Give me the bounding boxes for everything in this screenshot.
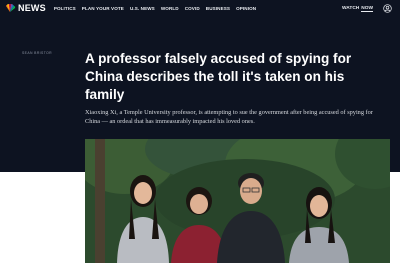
nav-link-world[interactable]: WORLD [161, 6, 179, 11]
nbc-news-logo[interactable]: NEWS [4, 0, 46, 16]
family-photo-image [85, 139, 390, 263]
article-headline: A professor falsely accused of spying fo… [85, 51, 352, 102]
nav-link-politics[interactable]: POLITICS [54, 6, 76, 11]
watch-label: WATCH [342, 5, 360, 11]
logo-text: NEWS [18, 3, 46, 13]
photo-credit: SEAN BRISTOR [22, 51, 52, 55]
nav-right: WATCH NOW [342, 3, 396, 13]
now-label: NOW [361, 5, 373, 12]
top-nav: NEWS POLITICS PLAN YOUR VOTE U.S. NEWS W… [0, 0, 400, 16]
user-circle-icon[interactable] [383, 3, 392, 13]
peacock-icon [6, 3, 16, 12]
nav-link-opinion[interactable]: OPINION [236, 6, 256, 11]
nav-link-covid[interactable]: COVID [185, 6, 200, 11]
hero-photo [85, 139, 390, 263]
watch-now-link[interactable]: WATCH NOW [342, 5, 373, 12]
nav-link-us-news[interactable]: U.S. NEWS [130, 6, 155, 11]
nav-links: POLITICS PLAN YOUR VOTE U.S. NEWS WORLD … [54, 6, 262, 11]
nav-link-plan-your-vote[interactable]: PLAN YOUR VOTE [82, 6, 124, 11]
article-dek: Xiaoxing Xi, a Temple University profess… [85, 109, 373, 125]
nav-link-business[interactable]: BUSINESS [206, 6, 230, 11]
page: NEWS POLITICS PLAN YOUR VOTE U.S. NEWS W… [0, 0, 400, 263]
